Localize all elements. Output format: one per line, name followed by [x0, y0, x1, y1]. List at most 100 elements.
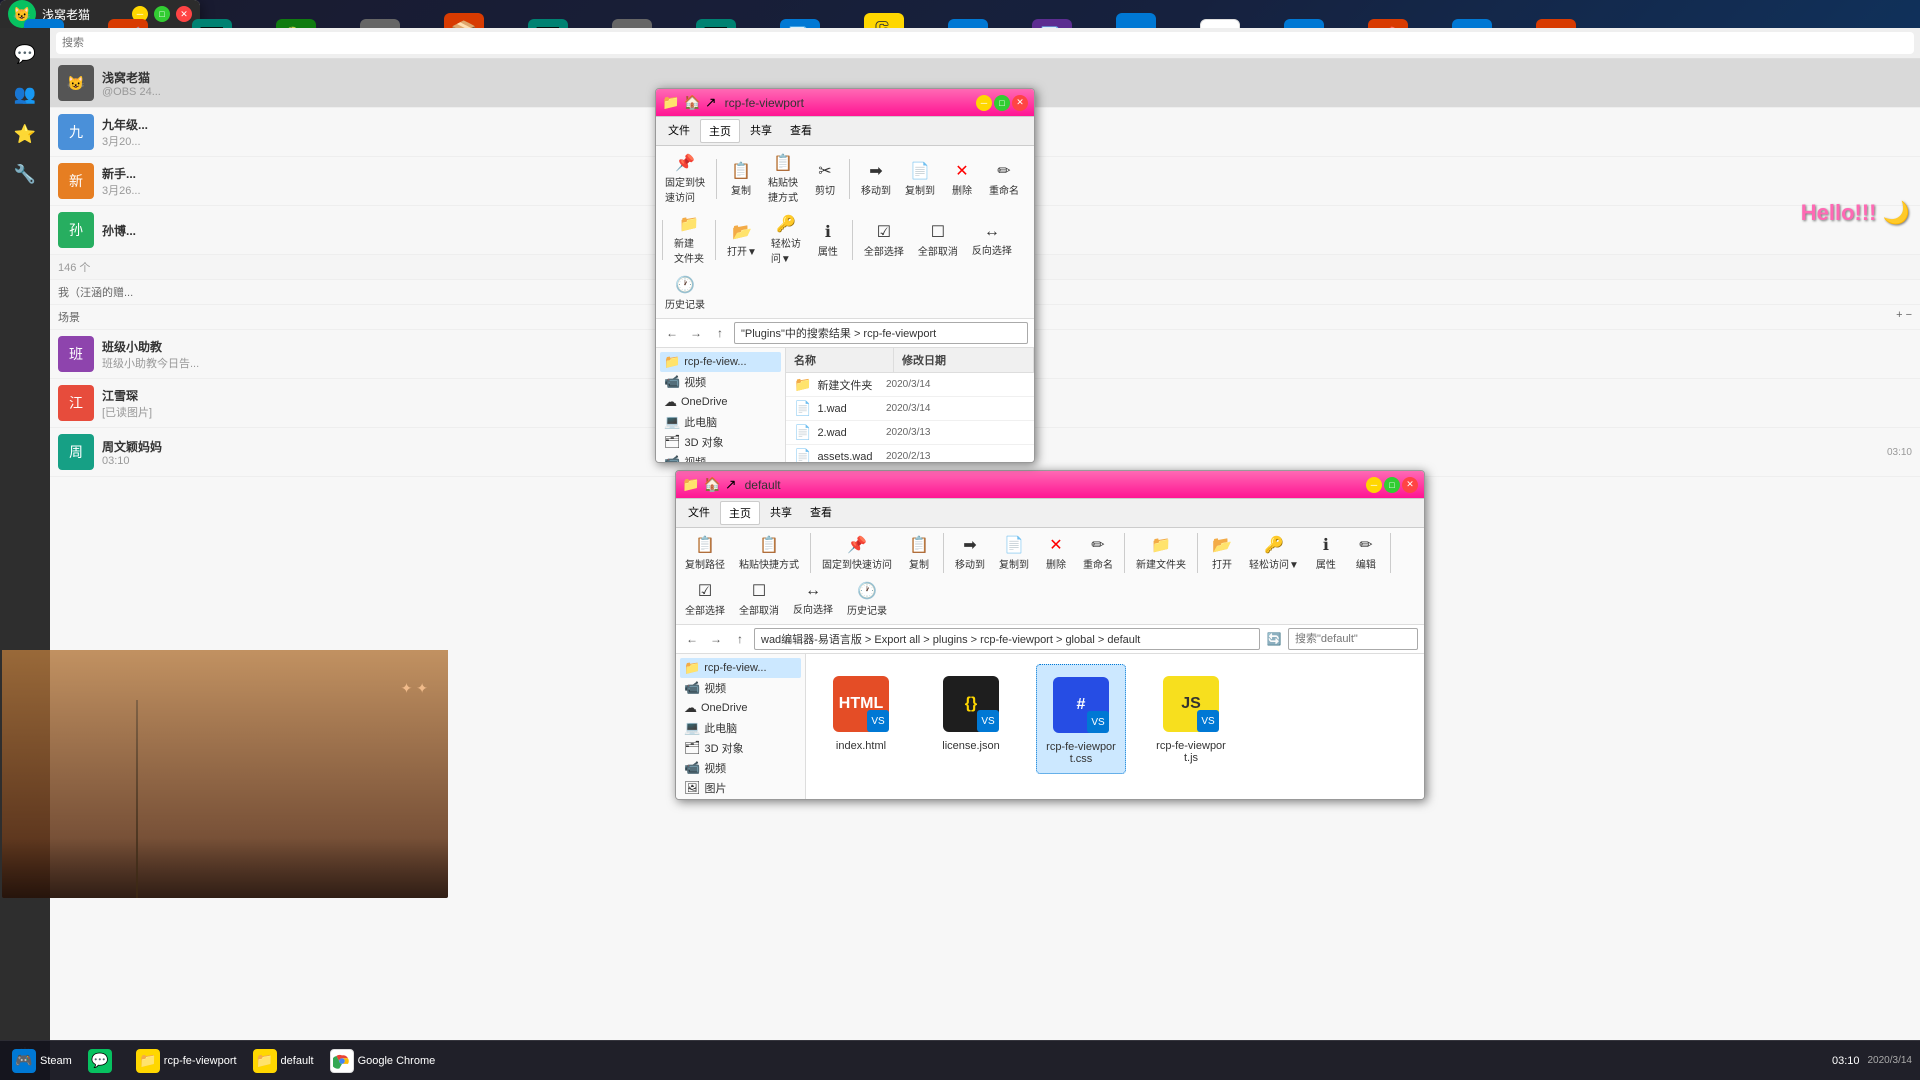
tree-item-video2[interactable]: 📹 视频 — [660, 452, 781, 463]
toolbar-open-btn[interactable]: 📂 打开 — [1204, 532, 1240, 574]
toolbar-copyto-btn[interactable]: 📄 复制到 — [900, 158, 940, 200]
close-button[interactable]: ✕ — [1402, 477, 1418, 493]
taskbar-app-chrome[interactable]: Google Chrome — [322, 1043, 444, 1079]
tree-item-docs[interactable]: 📄 文档 — [680, 798, 801, 800]
toolbar-easyaccess-btn[interactable]: 🔑 轻松访问▼ — [1244, 532, 1304, 574]
tab-share[interactable]: 共享 — [762, 501, 800, 525]
tree-item-onedrive[interactable]: ☁ OneDrive — [660, 392, 781, 412]
toolbar-props-btn[interactable]: ℹ 属性 — [1308, 532, 1344, 574]
explorer-home-icon: 🏠 — [683, 94, 700, 111]
tree-item-3d[interactable]: 🗂 3D 对象 — [680, 738, 801, 758]
toolbar-invert-btn[interactable]: ↔ 反向选择 — [967, 220, 1017, 260]
chat-name: 九年级... — [102, 116, 200, 133]
toolbar-pasteshortcut-btn[interactable]: 📋 粘贴快捷方式 — [734, 532, 804, 574]
wechat-contacts-icon[interactable]: 👥 — [7, 76, 43, 112]
taskbar-app-wechat[interactable]: 💬 — [80, 1043, 128, 1079]
minimize-button[interactable]: ─ — [1366, 477, 1382, 493]
minimize-button[interactable]: ─ — [976, 95, 992, 111]
tab-view[interactable]: 查看 — [802, 501, 840, 525]
refresh-button[interactable]: 🔄 — [1264, 629, 1284, 649]
tree-item-rcpfe[interactable]: 📁 rcp-fe-view... — [680, 658, 801, 678]
file-row-assetswad[interactable]: 📄 assets.wad 2020/2/13 — [786, 445, 1034, 463]
maximize-button[interactable]: □ — [1384, 477, 1400, 493]
toolbar-copypath-btn[interactable]: 📋 复制路径 — [680, 532, 730, 574]
tree-item-3d[interactable]: 🗂 3D 对象 — [660, 432, 781, 452]
tree-item-video[interactable]: 📹 视频 — [660, 372, 781, 392]
toolbar-move-btn[interactable]: ➡ 移动到 — [856, 158, 896, 200]
tree-item-video[interactable]: 📹 视频 — [680, 678, 801, 698]
back-button[interactable]: ← — [682, 629, 702, 649]
toolbar-deselect-btn[interactable]: ☐ 全部取消 — [734, 578, 784, 620]
tab-home[interactable]: 主页 — [700, 119, 740, 143]
back-button[interactable]: ← — [662, 323, 682, 343]
file-item-rcpcss[interactable]: # VS rcp-fe-viewport.css — [1036, 664, 1126, 774]
toolbar-rename-btn[interactable]: ✏ 重命名 — [1078, 532, 1118, 574]
toolbar-paste-btn[interactable]: 📋 粘贴快捷方式 — [763, 150, 803, 207]
chat-item-sunbo[interactable]: 孙 孙博... — [50, 206, 200, 255]
toolbar-copy-btn[interactable]: 📋 复制 — [723, 158, 759, 200]
file-item-indexhtml[interactable]: HTML VS index.html — [816, 664, 906, 774]
chat-item-qianwo[interactable]: 😺 浅窝老猫 @OBS 24... — [50, 59, 200, 108]
file-row-2wad[interactable]: 📄 2.wad 2020/3/13 — [786, 421, 1034, 445]
toolbar-props-btn[interactable]: ℹ 属性 — [810, 219, 846, 261]
chat-item-xinshou[interactable]: 新 新手... 3月26... — [50, 157, 200, 206]
toolbar-history-btn[interactable]: 🕐 历史记录 — [660, 272, 710, 314]
toolbar-easyaccess-btn[interactable]: 🔑 轻松访问▼ — [766, 211, 806, 268]
toolbar-delete-btn[interactable]: ✕ 删除 — [944, 158, 980, 200]
maximize-button[interactable]: □ — [994, 95, 1010, 111]
toolbar-move-btn[interactable]: ➡ 移动到 — [950, 532, 990, 574]
search-input[interactable] — [1288, 628, 1418, 650]
wechat-messages-icon[interactable]: 💬 — [7, 36, 43, 72]
toolbar-delete-btn[interactable]: ✕ 删除 — [1038, 532, 1074, 574]
toolbar-pin-btn[interactable]: 📌 固定到快速访问 — [817, 532, 897, 574]
toolbar-pin-btn[interactable]: 📌 固定到快速访问 — [660, 150, 710, 207]
toolbar-copyto-btn[interactable]: 📄 复制到 — [994, 532, 1034, 574]
tree-item-video2[interactable]: 📹 视频 — [680, 758, 801, 778]
tab-file[interactable]: 文件 — [680, 501, 718, 525]
toolbar-newfolder-btn[interactable]: 📁 新建文件夹 — [1131, 532, 1191, 574]
chat-item-banjizhu[interactable]: 班 班级小助教 班级小助教今日告... — [50, 330, 200, 379]
toolbar-selectall-btn[interactable]: ☑ 全部选择 — [859, 219, 909, 261]
toolbar-history-btn[interactable]: 🕐 历史记录 — [842, 578, 892, 620]
address-input-bottom[interactable] — [754, 628, 1260, 650]
file-item-rcpjs[interactable]: JS VS rcp-fe-viewport.js — [1146, 664, 1236, 774]
forward-button[interactable]: → — [706, 629, 726, 649]
file-item-licensejson[interactable]: {} VS license.json — [926, 664, 1016, 774]
toolbar-newfolder-btn[interactable]: 📁 新建文件夹 — [669, 211, 709, 268]
tab-home[interactable]: 主页 — [720, 501, 760, 525]
tree-item-thispc[interactable]: 💻 此电脑 — [660, 412, 781, 432]
toolbar-invert-btn[interactable]: ↔ 反向选择 — [788, 579, 838, 619]
wechat-work-icon[interactable]: 🔧 — [7, 156, 43, 192]
tree-item-rcpfe[interactable]: 📁 rcp-fe-view... — [660, 352, 781, 372]
taskbar-app-steam[interactable]: 🎮 Steam — [4, 1043, 80, 1079]
tab-file[interactable]: 文件 — [660, 119, 698, 143]
tab-share[interactable]: 共享 — [742, 119, 780, 143]
wechat-search-input[interactable] — [56, 32, 200, 54]
toolbar-selectall-btn[interactable]: ☑ 全部选择 — [680, 578, 730, 620]
chat-item-zhouwen[interactable]: 周 周文颖妈妈 03:10 03:10 — [50, 428, 200, 477]
wechat-favorites-icon[interactable]: ⭐ — [7, 116, 43, 152]
tree-item-pictures[interactable]: 🖼 图片 — [680, 778, 801, 798]
tree-item-onedrive[interactable]: ☁ OneDrive — [680, 698, 801, 718]
chat-item-jiangxue[interactable]: 江 江雪琛 [已读图片] — [50, 379, 200, 428]
file-row-1wad[interactable]: 📄 1.wad 2020/3/14 — [786, 397, 1034, 421]
tree-item-thispc[interactable]: 💻 此电脑 — [680, 718, 801, 738]
close-button[interactable]: ✕ — [1012, 95, 1028, 111]
toolbar-cut-btn[interactable]: ✂ 剪切 — [807, 158, 843, 200]
forward-button[interactable]: → — [686, 323, 706, 343]
taskbar-app-explorer1[interactable]: 📁 rcp-fe-viewport — [128, 1043, 245, 1079]
up-button[interactable]: ↑ — [730, 629, 750, 649]
toolbar-edit-btn[interactable]: ✏ 编辑 — [1348, 532, 1384, 574]
toolbar-copy-btn[interactable]: 📋 复制 — [901, 532, 937, 574]
tab-view[interactable]: 查看 — [782, 119, 820, 143]
up-button[interactable]: ↑ — [710, 323, 730, 343]
toolbar-rename-btn[interactable]: ✏ 重命名 — [984, 158, 1024, 200]
toolbar-open-btn[interactable]: 📂 打开▼ — [722, 219, 762, 261]
wechat-wo-label[interactable]: 我（汪涵的赠... — [50, 280, 200, 305]
file-row-newfolder[interactable]: 📁 新建文件夹 2020/3/14 — [786, 373, 1034, 397]
toolbar-deselect-btn[interactable]: ☐ 全部取消 — [913, 219, 963, 261]
taskbar-app-explorer2[interactable]: 📁 default — [245, 1043, 322, 1079]
address-input[interactable] — [734, 322, 1028, 344]
chat-item-jiunianj[interactable]: 九 九年级... 3月20... — [50, 108, 200, 157]
wechat-scene[interactable]: 场景 + − — [50, 305, 200, 330]
